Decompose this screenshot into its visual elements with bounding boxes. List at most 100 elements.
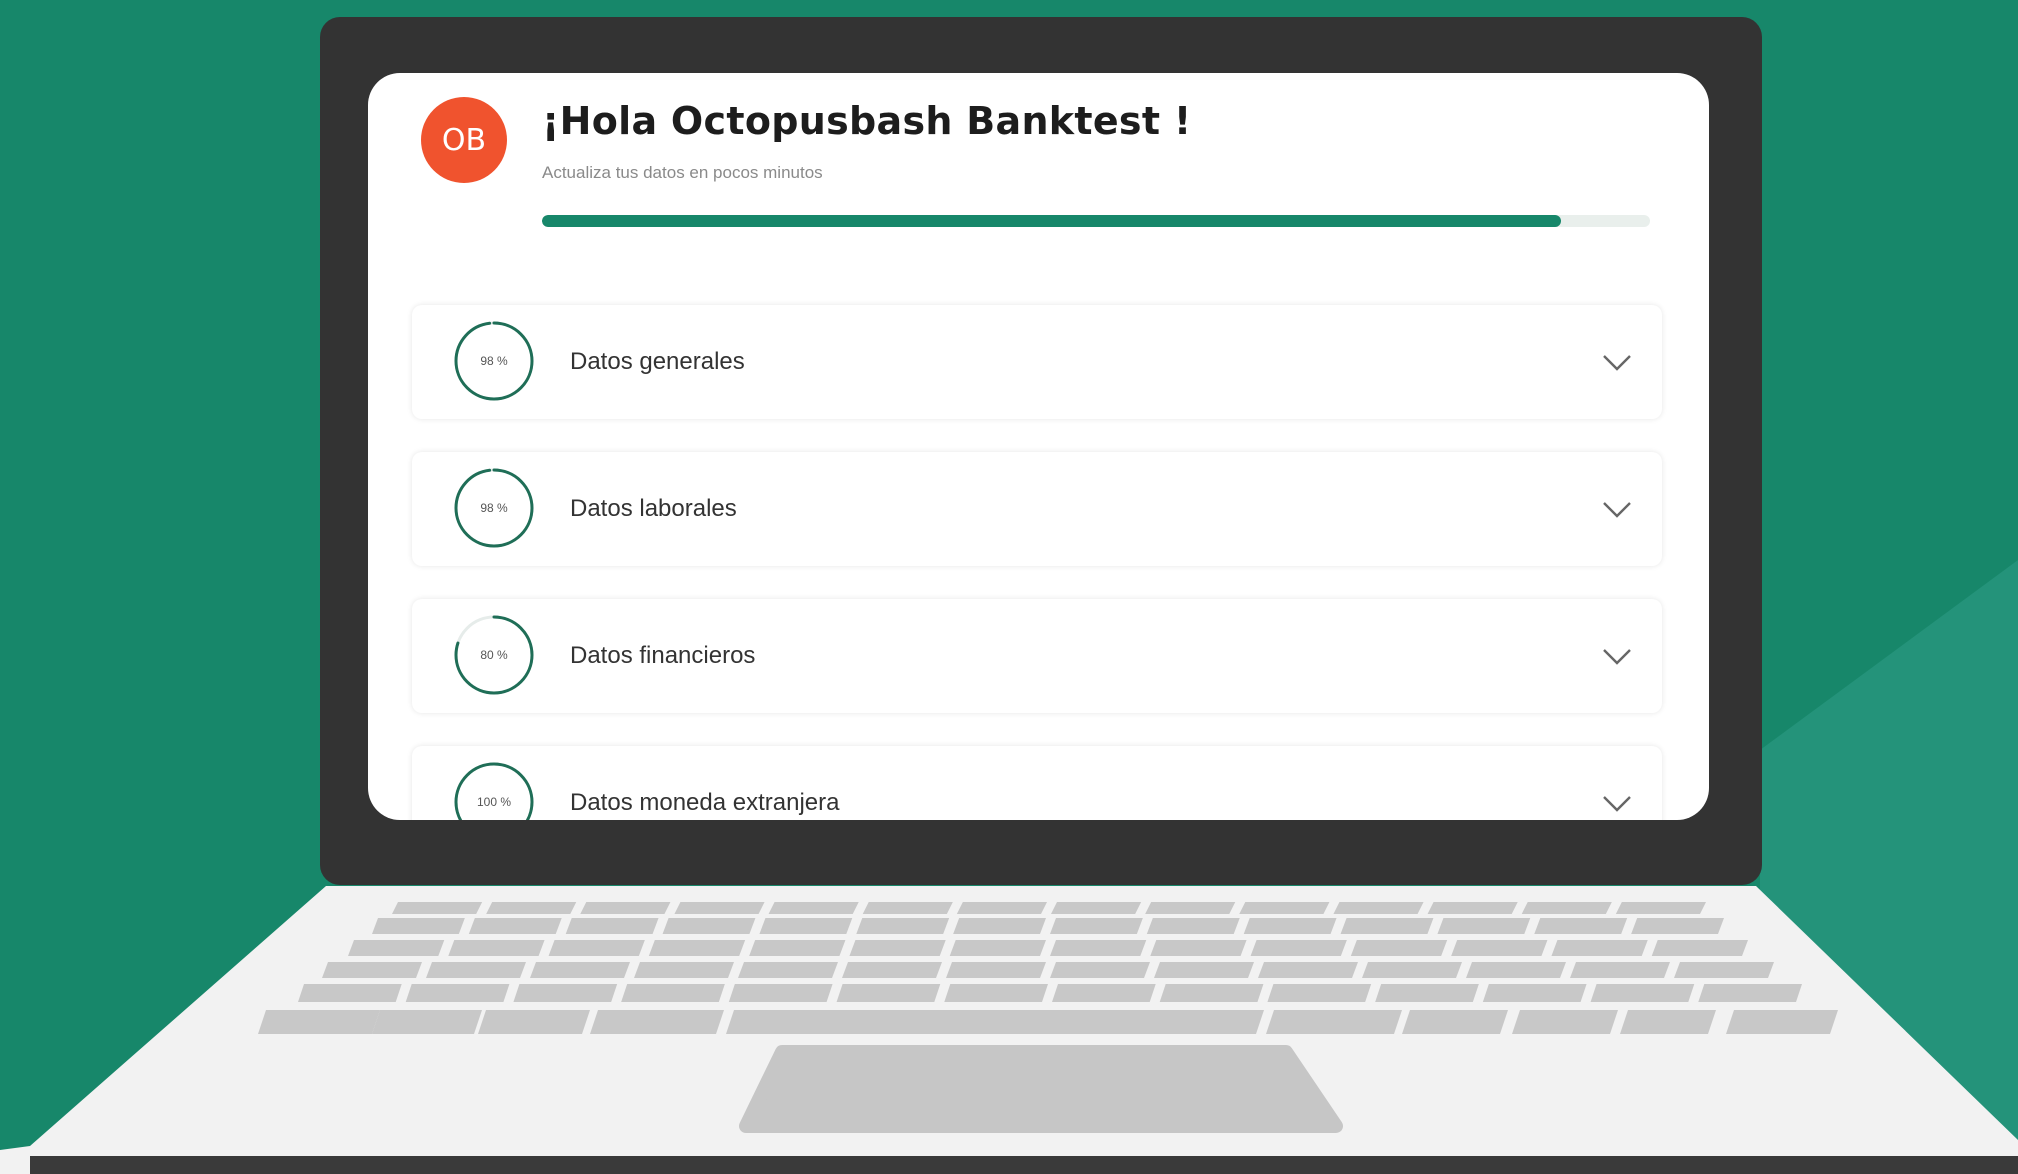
avatar-initials: OB (441, 122, 487, 158)
keyboard-key (1052, 984, 1156, 1002)
keyboard-key (738, 962, 838, 978)
keyboard-key (1050, 940, 1147, 956)
keyboard-key (953, 918, 1046, 934)
keyboard-key (1726, 1010, 1838, 1034)
keyboard-key (1570, 962, 1670, 978)
avatar: OB (421, 97, 507, 183)
laptop-screen: OB ¡Hola Octopusbash Banktest ! Actualiz… (368, 73, 1709, 820)
chevron-down-icon[interactable] (1600, 786, 1634, 820)
keyboard-key (1534, 918, 1628, 934)
keyboard-key (565, 918, 659, 934)
keyboard-key (1145, 902, 1236, 914)
section-list: 98 % Datos generales 98 % Datos laborale… (412, 305, 1662, 820)
section-title: Datos moneda extranjera (570, 789, 840, 816)
keyboard-key (956, 902, 1047, 914)
chevron-down-icon[interactable] (1600, 492, 1634, 526)
keyboard-key (836, 984, 941, 1002)
keyboard-key (1258, 962, 1358, 978)
keyboard-key (768, 902, 859, 914)
keyboard-key (1050, 918, 1143, 934)
keyboard-key (1451, 940, 1548, 956)
keyboard-key (348, 940, 445, 956)
keyboard-key (1427, 902, 1518, 914)
keyboard-key (1051, 902, 1142, 914)
progress-ring-label: 80 % (480, 648, 508, 662)
section-title: Datos laborales (570, 495, 737, 522)
overall-progress-fill (542, 215, 1562, 227)
keyboard-key (1340, 918, 1434, 934)
keyboard-key (842, 962, 942, 978)
keyboard-key (1590, 984, 1695, 1002)
keyboard-key (1698, 984, 1802, 1002)
keyboard-key (944, 984, 1048, 1002)
section-datos-financieros[interactable]: 80 % Datos financieros (412, 599, 1662, 713)
keyboard-key (1631, 918, 1724, 934)
keyboard-key (448, 940, 545, 956)
keyboard-key (298, 984, 402, 1002)
keyboard-key (662, 918, 756, 934)
keyboard-key (621, 984, 725, 1002)
keyboard-key (1615, 902, 1706, 914)
keyboard-key (1651, 940, 1748, 956)
chevron-down-icon[interactable] (1600, 345, 1634, 379)
keyboard-key (322, 962, 422, 978)
keyboard-key (726, 1010, 1264, 1034)
keyboard-key (749, 940, 846, 956)
keyboard-key (426, 962, 526, 978)
keyboard-key (1551, 940, 1648, 956)
trackpad (739, 1045, 1343, 1133)
keyboard-key (1146, 918, 1240, 934)
keyboard-key (590, 1010, 724, 1034)
keyboard-key (1150, 940, 1247, 956)
section-datos-generales[interactable]: 98 % Datos generales (412, 305, 1662, 419)
keyboard-key (1250, 940, 1347, 956)
keyboard-key (1362, 962, 1462, 978)
keyboard-key (580, 902, 671, 914)
keyboard-key (946, 962, 1046, 978)
progress-ring-label: 98 % (480, 354, 508, 368)
section-datos-laborales[interactable]: 98 % Datos laborales (412, 452, 1662, 566)
keyboard-key (486, 902, 577, 914)
section-title: Datos financieros (570, 642, 756, 669)
keyboard-key (1620, 1010, 1716, 1034)
section-title: Datos generales (570, 348, 745, 375)
keyboard-key (1159, 984, 1264, 1002)
keyboard-key (634, 962, 734, 978)
keyboard-key (759, 918, 853, 934)
keyboard-key (1375, 984, 1479, 1002)
keyboard-key (1239, 902, 1330, 914)
keyboard-key (392, 902, 483, 914)
progress-ring-label: 100 % (476, 795, 512, 809)
keyboard-key (1243, 918, 1337, 934)
keyboard-key (674, 902, 765, 914)
keyboard-key (1350, 940, 1448, 956)
keyboard-key (1674, 962, 1774, 978)
keyboard-key (648, 940, 746, 956)
keyboard-key (372, 918, 465, 934)
keyboard-key (513, 984, 618, 1002)
keyboard-key (862, 902, 953, 914)
keyboard-key (405, 984, 510, 1002)
keyboard-key (856, 918, 950, 934)
keyboard-key (258, 1010, 380, 1034)
keyboard-key (468, 918, 562, 934)
keyboard-key (1437, 918, 1531, 934)
chevron-down-icon[interactable] (1600, 639, 1634, 673)
keyboard-key (1267, 984, 1372, 1002)
keyboard-key (372, 1010, 482, 1034)
keyboard-key (949, 940, 1046, 956)
keyboard-key (1512, 1010, 1618, 1034)
keyboard-key (728, 984, 833, 1002)
keyboard-key (1266, 1010, 1402, 1034)
progress-ring-label: 98 % (480, 501, 508, 515)
keyboard-key (1402, 1010, 1508, 1034)
keyboard-key (1050, 962, 1150, 978)
keyboard-key (849, 940, 946, 956)
keyboard-key (1154, 962, 1254, 978)
overall-progress-bar (542, 215, 1650, 227)
keyboard-key (1482, 984, 1587, 1002)
keyboard-key (478, 1010, 590, 1034)
page-title: ¡Hola Octopusbash Banktest ! (542, 99, 1192, 143)
page-subtitle: Actualiza tus datos en pocos minutos (542, 163, 823, 182)
section-datos-moneda-extranjera[interactable]: 100 % Datos moneda extranjera (412, 746, 1662, 820)
